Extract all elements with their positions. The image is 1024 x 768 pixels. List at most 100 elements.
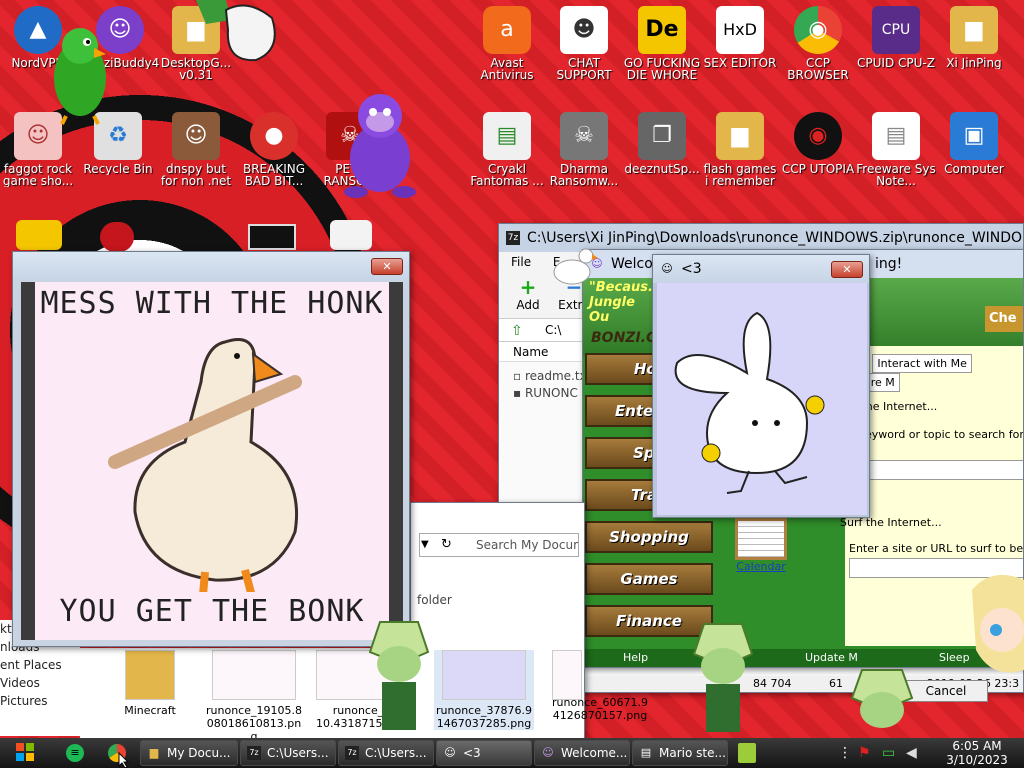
sevenzip-icon: 7z [247, 746, 261, 760]
calendar-shortcut[interactable]: Calendar [733, 518, 789, 573]
close-button[interactable]: ✕ [371, 258, 403, 275]
parrot-mascot[interactable] [40, 22, 120, 126]
column-name[interactable]: Name [513, 345, 548, 359]
file-row[interactable]: ▫ readme.tx [513, 368, 587, 385]
die-icon: De [638, 6, 686, 54]
nav-shopping[interactable]: Shopping [585, 521, 713, 553]
task-mario[interactable]: ▤ Mario ste... [632, 740, 728, 766]
help-link[interactable]: Help [623, 649, 648, 667]
explorer-file-area: Minecraft runonce_19105.808018610813.png… [80, 648, 584, 743]
peridot-character[interactable] [842, 664, 922, 738]
desktop-icon-die[interactable]: De GO FUCKING DIE WHORE [622, 6, 702, 81]
calendar-icon [735, 518, 787, 560]
desktop-icon-avast[interactable]: a Avast Antivirus [467, 6, 547, 81]
desktop-icon-dharma[interactable]: ☠ Dharma Ransomw... [544, 112, 624, 187]
desktop-icon-dnspy[interactable]: ☺ dnspy but for non .net pr... [156, 112, 236, 189]
desktop-icon-computer[interactable]: ▣ Computer [934, 112, 1014, 175]
rabbit-image [657, 283, 867, 515]
bonzi-title: Welco [611, 256, 653, 272]
image-thumbnail-icon [442, 650, 526, 700]
file-item-minecraft[interactable]: Minecraft [100, 650, 200, 717]
desktop-icon-breaking-bad[interactable]: ● BREAKING BAD BIT... [234, 112, 314, 187]
terminal-icon[interactable] [248, 224, 296, 250]
p-app-icon[interactable] [16, 220, 62, 250]
sevenzip-icon: 7z [506, 231, 520, 245]
volume-icon[interactable]: ◀ [906, 744, 922, 762]
desktop-icon-hex-editor[interactable]: HxD SEX EDITOR [700, 6, 780, 69]
peridot-character[interactable] [684, 614, 762, 738]
chevron-down-icon[interactable]: ▼ [421, 539, 429, 550]
bonzi-bottom-links: Help Update M Sleep [583, 649, 1023, 667]
bonzi-title-tail: ing! [875, 256, 903, 272]
desktop-icon-flash-games[interactable]: ▆ flash games i remember [700, 112, 780, 187]
desktop-icon-chat-support[interactable]: ☻ CHAT SUPPORT [544, 6, 624, 81]
file-row[interactable]: ▪ RUNONC [513, 385, 587, 402]
network-icon[interactable]: ▭ [882, 744, 898, 762]
folder-icon: ▆ [149, 746, 159, 759]
rabbit-icon: ☺ [444, 746, 456, 759]
honk-image: MESS WITH THE HONK YOU GET THE BONK [21, 282, 403, 640]
bonzi-tabs: urfInteract with MeShare M [845, 354, 1023, 392]
windows-logo-icon [16, 743, 34, 761]
check-button[interactable]: Che [985, 306, 1023, 332]
task-bonzi[interactable]: ☺ Welcome... [534, 740, 630, 766]
sidebar-item[interactable]: Videos [0, 674, 80, 692]
cpu-icon: CPU [872, 6, 920, 54]
desktop-goose[interactable] [548, 242, 598, 286]
honk-line-1: MESS WITH THE HONK [40, 286, 384, 321]
rabbit-window-title: <3 [681, 261, 702, 277]
menu-file[interactable]: File [511, 255, 531, 269]
bonzi-icon: ☺ [542, 746, 554, 759]
desktop-icon-xi-jinping[interactable]: ▆ Xi JinPing [934, 6, 1014, 69]
bonzi-gorilla-mascot[interactable] [338, 88, 422, 200]
desktop-icon-deeznut[interactable]: ❐ deeznutSp... [622, 112, 702, 175]
task-sevenzip-2[interactable]: 7z C:\Users... [338, 740, 434, 766]
rabbit-icon: ☺ [661, 262, 673, 275]
close-icon: ✕ [842, 263, 852, 276]
honk-line-2: YOU GET THE BONK [59, 594, 365, 629]
desktop-icon-ccp-utopia[interactable]: ◉ CCP UTOPIA [778, 112, 858, 175]
close-button[interactable]: ✕ [831, 261, 863, 278]
peridot-character[interactable] [360, 612, 438, 738]
star-butterfly-character[interactable] [962, 570, 1024, 700]
search-topic-input[interactable] [845, 460, 1023, 480]
desktop-icon-ccp-browser[interactable]: ◉ CCP BROWSER [778, 6, 858, 81]
window-app-icon: ▤ [483, 112, 531, 160]
taskbar: ≡ ▆ My Docu... 7z C:\Users... 7z C:\User… [0, 738, 1024, 768]
task-sevenzip-1[interactable]: 7z C:\Users... [240, 740, 336, 766]
flag-icon[interactable]: ⚑ [858, 744, 874, 762]
desktop-icon-cpuz[interactable]: CPU CPUID CPU-Z [856, 6, 936, 69]
system-clock[interactable]: 6:05 AM 3/10/2023 [934, 739, 1020, 767]
tab-interact[interactable]: Interact with Me [872, 354, 972, 373]
add-button[interactable]: + Add [505, 276, 551, 312]
goose-illustration [108, 338, 302, 592]
address-path: C:\ [545, 323, 562, 337]
task-my-documents[interactable]: ▆ My Docu... [140, 740, 238, 766]
start-button[interactable] [8, 740, 42, 766]
folder-label: folder [417, 593, 452, 607]
avast-icon: a [483, 6, 531, 54]
meme-face-icon[interactable] [330, 220, 372, 250]
up-folder-icon[interactable]: ⇧ [511, 323, 523, 339]
notes-icon[interactable] [738, 743, 756, 763]
refresh-icon[interactable]: ↻ [441, 537, 452, 552]
file-item-png[interactable]: runonce_19105.808018610813.png [204, 650, 304, 743]
rabbit-image-window[interactable]: ☺ <3 ✕ [652, 254, 870, 518]
search-hint: r keyword or topic to search for b [851, 428, 1024, 454]
overflow-icon[interactable]: ⋮ [838, 744, 852, 762]
plus-icon: + [519, 275, 537, 299]
sidebar-item[interactable]: Pictures [0, 692, 80, 710]
task-rabbit[interactable]: ☺ <3 [436, 740, 532, 766]
chrome-icon: ◉ [794, 6, 842, 54]
utopia-icon: ◉ [794, 112, 842, 160]
file-item-png-selected[interactable]: runonce_37876.91467037285.png [434, 650, 534, 730]
mouse-cursor-icon [118, 752, 130, 768]
honk-image-window[interactable]: ✕ MESS WITH THE HONK YOU GET THE BONK [12, 251, 410, 647]
desktop-icon-cryakl[interactable]: ▤ Cryakl Fantomas ... [467, 112, 547, 187]
nav-games[interactable]: Games [585, 563, 713, 595]
desktop-icon-freeware[interactable]: ▤ Freeware Sys Note... [856, 112, 936, 187]
apple-icon[interactable] [100, 222, 134, 252]
rabbit-illustration [674, 311, 825, 494]
spotify-icon[interactable]: ≡ [66, 744, 84, 762]
sidebar-item[interactable]: ent Places [0, 656, 80, 674]
